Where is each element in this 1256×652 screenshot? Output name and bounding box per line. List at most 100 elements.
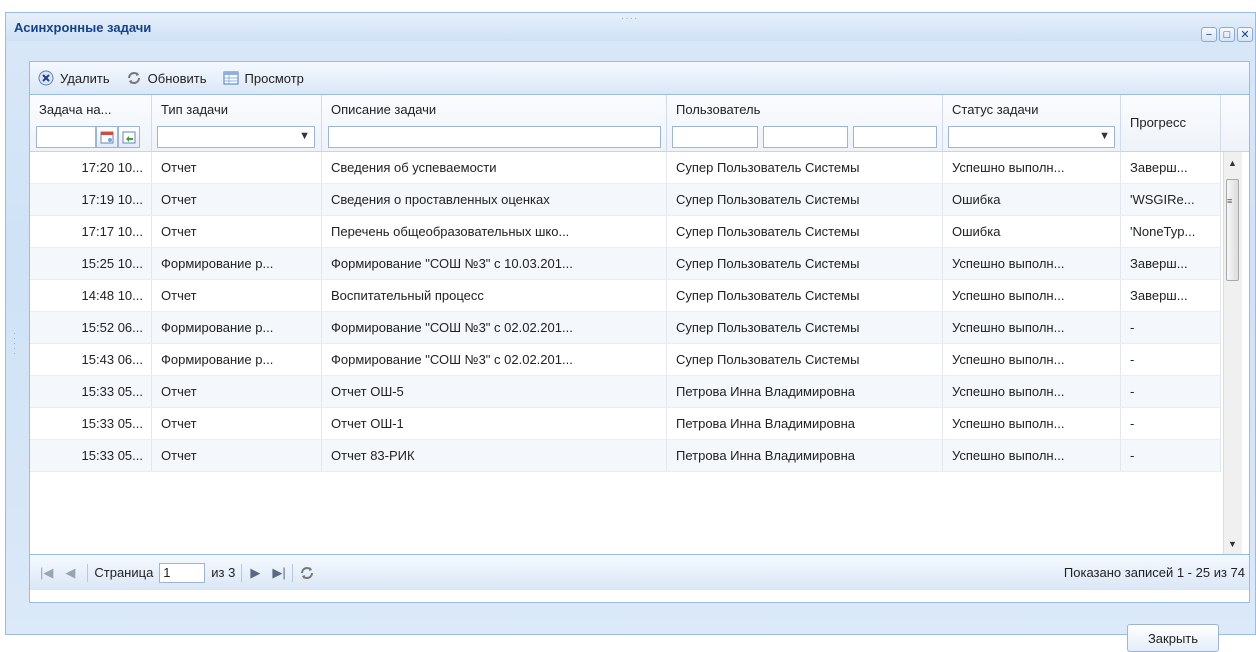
scroll-thumb[interactable]	[1226, 179, 1239, 281]
table-row[interactable]: 15:52 06... Формирование р... Формирование…	[30, 312, 1221, 344]
next-page-icon[interactable]: ▶	[250, 565, 260, 581]
tasks-panel: Удалить Обновить Просмотр Задача на... Т…	[29, 61, 1250, 603]
page-number-input[interactable]: 1	[159, 562, 206, 583]
cell-status: Ошибка	[943, 184, 1121, 215]
window-titlebar[interactable]: Асинхронные задачи ···· − □ ✕	[6, 13, 1255, 42]
table-row[interactable]: 15:33 05... Отчет Отчет ОШ-5 Петрова Инна В…	[30, 376, 1221, 408]
pagination-bar: |◀ ◀ Страница 1 из 3 ▶ ▶| Показано запис…	[30, 554, 1249, 590]
column-label-date: Задача на...	[39, 102, 112, 117]
column-header-type[interactable]: Тип задачи ▼	[152, 95, 322, 151]
table-row[interactable]: 17:20 10... Отчет Сведения об успеваемости…	[30, 152, 1221, 184]
cell-type: Отчет	[152, 152, 322, 183]
page-label: Страница	[94, 565, 154, 580]
page-total-label: из 3	[211, 565, 236, 580]
cell-status: Успешно выполн...	[943, 408, 1121, 439]
user-firstname-filter-input[interactable]	[763, 126, 848, 148]
column-header-description[interactable]: Описание задачи	[322, 95, 667, 151]
scroll-down-icon[interactable]: ▼	[1228, 539, 1237, 549]
cell-date: 17:17 10...	[30, 216, 152, 247]
cell-status: Успешно выполн...	[943, 312, 1121, 343]
table-row[interactable]: 15:43 06... Формирование р... Формирование…	[30, 344, 1221, 376]
last-page-icon[interactable]: ▶|	[272, 565, 285, 581]
date-filter-input[interactable]	[36, 126, 96, 148]
table-row[interactable]: 17:17 10... Отчет Перечень общеобразовател…	[30, 216, 1221, 248]
prev-page-icon[interactable]: ◀	[65, 565, 75, 581]
column-header-progress[interactable]: Прогресс	[1121, 95, 1221, 151]
cell-date: 17:19 10...	[30, 184, 152, 215]
delete-button[interactable]: Удалить	[38, 70, 110, 86]
pager-divider	[291, 563, 293, 582]
table-row[interactable]: 14:48 10... Отчет Воспитательный процесс Су…	[30, 280, 1221, 312]
cell-desc: Формирование "СОШ №3" с 02.02.201...	[322, 312, 667, 343]
table-row[interactable]: 15:33 05... Отчет Отчет 83-РИК Петрова Инна…	[30, 440, 1221, 472]
cell-date: 15:25 10...	[30, 248, 152, 279]
scroll-up-icon[interactable]: ▲	[1228, 158, 1237, 168]
cell-type: Формирование р...	[152, 312, 322, 343]
column-label-description: Описание задачи	[331, 102, 437, 117]
view-button[interactable]: Просмотр	[223, 70, 304, 86]
cell-progress: Заверш...	[1121, 248, 1221, 279]
cell-type: Отчет	[152, 440, 322, 471]
cell-desc: Отчет ОШ-1	[322, 408, 667, 439]
toolbar: Удалить Обновить Просмотр	[30, 62, 1249, 95]
column-label-progress: Прогресс	[1130, 115, 1187, 130]
cell-date: 15:33 05...	[30, 440, 152, 471]
cell-user: Супер Пользователь Системы	[667, 344, 943, 375]
clear-date-icon[interactable]	[118, 126, 140, 148]
cell-desc: Перечень общеобразовательных шко...	[322, 216, 667, 247]
user-lastname-filter-input[interactable]	[672, 126, 758, 148]
close-icon[interactable]: ✕	[1237, 27, 1253, 42]
tasks-grid: Задача на... Тип задачи ▼ Описание задач…	[30, 95, 1249, 555]
delete-icon	[38, 70, 54, 86]
column-header-date[interactable]: Задача на...	[30, 95, 152, 151]
cell-progress: -	[1121, 312, 1221, 343]
close-button[interactable]: Закрыть	[1127, 624, 1219, 652]
cell-type: Отчет	[152, 376, 322, 407]
cell-date: 17:20 10...	[30, 152, 152, 183]
cell-user: Супер Пользователь Системы	[667, 216, 943, 247]
cell-type: Отчет	[152, 408, 322, 439]
cell-user: Петрова Инна Владимировна	[667, 376, 943, 407]
refresh-icon[interactable]	[299, 565, 315, 581]
calendar-icon[interactable]	[96, 126, 118, 148]
maximize-icon[interactable]: □	[1219, 27, 1235, 42]
cell-desc: Отчет ОШ-5	[322, 376, 667, 407]
cell-type: Формирование р...	[152, 248, 322, 279]
cell-desc: Формирование "СОШ №3" с 02.02.201...	[322, 344, 667, 375]
async-tasks-window: Асинхронные задачи ···· − □ ✕ · · · · · Удал…	[5, 12, 1256, 635]
minimize-icon[interactable]: −	[1201, 27, 1217, 42]
table-row[interactable]: 15:33 05... Отчет Отчет ОШ-1 Петрова Инна В…	[30, 408, 1221, 440]
column-header-status[interactable]: Статус задачи ▼	[943, 95, 1121, 151]
resize-grip-icon[interactable]: · · · · ·	[13, 329, 16, 358]
cell-progress: -	[1121, 376, 1221, 407]
cell-progress: Заверш...	[1121, 280, 1221, 311]
table-row[interactable]: 17:19 10... Отчет Сведения о проставленных…	[30, 184, 1221, 216]
refresh-icon	[126, 70, 142, 86]
column-header-user[interactable]: Пользователь	[667, 95, 943, 151]
cell-user: Супер Пользователь Системы	[667, 312, 943, 343]
drag-grip-icon[interactable]: ····	[621, 13, 638, 24]
description-filter-input[interactable]	[328, 126, 661, 148]
refresh-button[interactable]: Обновить	[126, 70, 207, 86]
column-label-status: Статус задачи	[952, 102, 1039, 117]
table-row[interactable]: 15:25 10... Формирование р... Формирование…	[30, 248, 1221, 280]
grid-rows: 17:20 10... Отчет Сведения об успеваемости…	[30, 152, 1221, 472]
cell-date: 15:43 06...	[30, 344, 152, 375]
records-info: Показано записей 1 - 25 из 74	[1063, 565, 1245, 580]
cell-desc: Воспитательный процесс	[322, 280, 667, 311]
cell-desc: Отчет 83-РИК	[322, 440, 667, 471]
type-filter-select[interactable]: ▼	[157, 126, 315, 148]
cell-desc: Сведения о проставленных оценках	[322, 184, 667, 215]
cell-date: 15:33 05...	[30, 408, 152, 439]
user-middlename-filter-input[interactable]	[853, 126, 937, 148]
cell-date: 15:52 06...	[30, 312, 152, 343]
vertical-scrollbar[interactable]: ▲ ≡ ▼	[1223, 152, 1242, 554]
cell-status: Ошибка	[943, 216, 1121, 247]
status-filter-select[interactable]: ▼	[948, 126, 1115, 148]
first-page-icon[interactable]: |◀	[40, 565, 53, 581]
cell-status: Успешно выполн...	[943, 152, 1121, 183]
cell-progress: -	[1121, 440, 1221, 471]
cell-user: Петрова Инна Владимировна	[667, 440, 943, 471]
cell-user: Супер Пользователь Системы	[667, 248, 943, 279]
cell-status: Успешно выполн...	[943, 344, 1121, 375]
